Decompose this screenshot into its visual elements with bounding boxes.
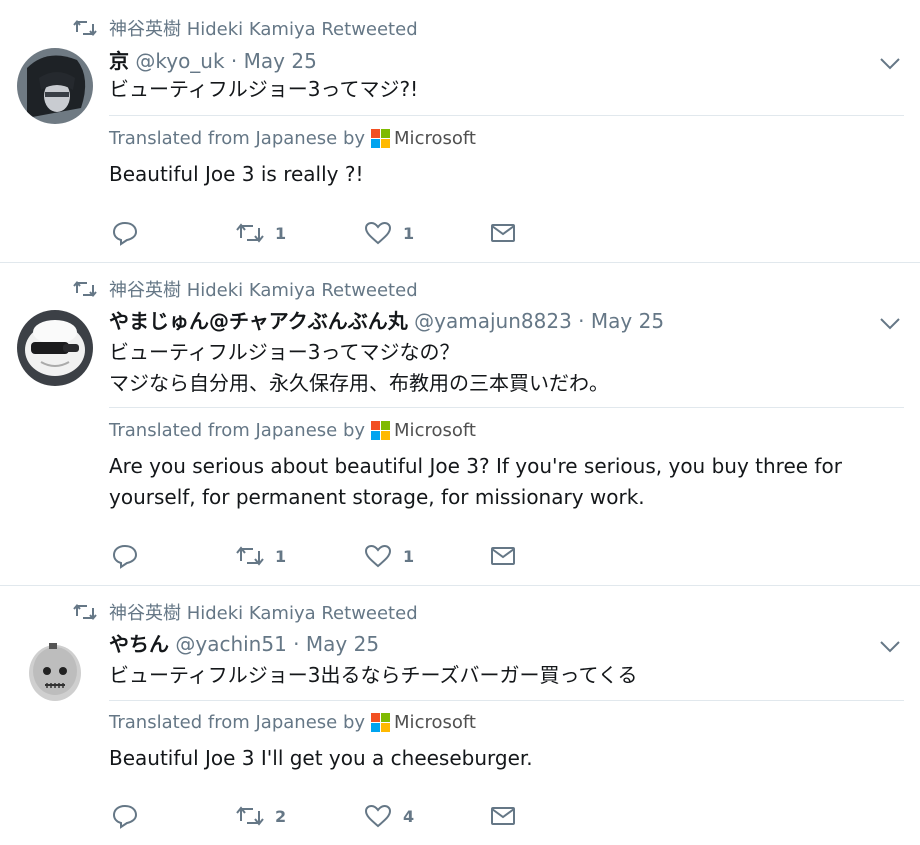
- translation-text: Beautiful Joe 3 is really ?!: [109, 162, 364, 186]
- reply-button[interactable]: [110, 801, 150, 831]
- tweet-text: ビューティフルジョー3ってマジなの？ マジなら自分用、永久保存用、布教用の三本買…: [109, 337, 609, 399]
- reply-icon: [112, 544, 138, 569]
- retweet-context-text[interactable]: 神谷英樹 Hideki Kamiya Retweeted: [109, 15, 418, 41]
- separator: ·: [230, 49, 238, 73]
- tweet-actions: 1 1: [110, 541, 530, 571]
- heart-icon: [364, 804, 392, 828]
- retweet-count: 2: [275, 806, 287, 826]
- timestamp[interactable]: May 25: [591, 309, 664, 333]
- microsoft-label: Microsoft: [394, 419, 476, 441]
- tweet-text-line: マジなら自分用、永久保存用、布教用の三本買いだわ。: [109, 371, 609, 395]
- translation-text: Beautiful Joe 3 I'll get you a cheesebur…: [109, 746, 533, 770]
- tweet-header: やちん @yachin51 · May 25: [109, 631, 379, 657]
- microsoft-logo-icon: [371, 128, 391, 148]
- retweet-button[interactable]: 2: [235, 801, 286, 831]
- message-button[interactable]: [488, 541, 518, 571]
- retweet-icon: [73, 603, 97, 621]
- reply-icon: [112, 221, 138, 246]
- reply-icon: [112, 804, 138, 829]
- translation-divider: [109, 407, 904, 408]
- microsoft-logo-icon: [371, 420, 391, 440]
- display-name[interactable]: やまじゅん@チャアクぶんぶん丸: [109, 309, 408, 333]
- translated-from-label: Translated from Japanese by: [109, 127, 366, 149]
- tweet[interactable]: 神谷英樹 Hideki Kamiya Retweeted やちん @yachin…: [0, 586, 920, 845]
- tweet[interactable]: 神谷英樹 Hideki Kamiya Retweeted やまじゅん@チャアクぶ…: [0, 263, 920, 585]
- like-button[interactable]: 4: [363, 801, 414, 831]
- retweet-count: 1: [275, 223, 287, 243]
- envelope-icon: [491, 807, 515, 825]
- message-button[interactable]: [488, 801, 518, 831]
- timestamp[interactable]: May 25: [244, 49, 317, 73]
- retweet-icon: [73, 19, 97, 37]
- like-button[interactable]: 1: [363, 541, 414, 571]
- translated-from-label: Translated from Japanese by: [109, 711, 366, 733]
- chevron-down-icon[interactable]: [879, 317, 901, 331]
- user-handle[interactable]: @kyo_uk: [135, 49, 224, 73]
- envelope-icon: [491, 224, 515, 242]
- retweet-context-text[interactable]: 神谷英樹 Hideki Kamiya Retweeted: [109, 276, 418, 302]
- avatar[interactable]: [17, 48, 93, 124]
- retweet-icon: [236, 546, 264, 566]
- avatar[interactable]: [17, 633, 93, 709]
- user-handle[interactable]: @yamajun8823: [414, 309, 572, 333]
- retweet-context-text[interactable]: 神谷英樹 Hideki Kamiya Retweeted: [109, 599, 418, 625]
- translated-from-label: Translated from Japanese by: [109, 419, 366, 441]
- user-handle[interactable]: @yachin51: [175, 632, 286, 656]
- microsoft-label: Microsoft: [394, 711, 476, 733]
- translation-attribution: Translated from Japanese by Microsoft: [109, 416, 476, 444]
- tweet-text-line: ビューティフルジョー3出るならチーズバーガー買ってくる: [109, 663, 638, 687]
- separator: ·: [293, 632, 300, 656]
- retweet-icon: [236, 223, 264, 243]
- translation-text: Are you serious about beautiful Joe 3? I…: [109, 454, 842, 509]
- tweet[interactable]: 神谷英樹 Hideki Kamiya Retweeted 京 @kyo_uk ·…: [0, 0, 920, 262]
- retweet-count: 1: [275, 546, 287, 566]
- retweet-button[interactable]: 1: [235, 541, 286, 571]
- avatar[interactable]: [17, 310, 93, 386]
- heart-icon: [364, 221, 392, 245]
- translation-divider: [109, 700, 904, 701]
- reply-button[interactable]: [110, 541, 150, 571]
- chevron-down-icon[interactable]: [879, 640, 901, 654]
- tweet-header: やまじゅん@チャアクぶんぶん丸 @yamajun8823 · May 25: [109, 308, 664, 334]
- timestamp[interactable]: May 25: [306, 632, 379, 656]
- tweet-text-line: ビューティフルジョー3ってマジなの？: [109, 340, 460, 364]
- like-count: 4: [403, 806, 415, 826]
- tweet-actions: 2 4: [110, 801, 530, 831]
- display-name[interactable]: やちん: [109, 632, 169, 656]
- retweet-context: 神谷英樹 Hideki Kamiya Retweeted: [73, 277, 418, 301]
- retweet-context: 神谷英樹 Hideki Kamiya Retweeted: [73, 16, 418, 40]
- translation-divider: [109, 115, 904, 116]
- microsoft-logo-icon: [371, 712, 391, 732]
- separator: ·: [578, 309, 585, 333]
- retweet-button[interactable]: 1: [235, 218, 286, 248]
- tweet-header: 京 @kyo_uk · May 25: [109, 48, 317, 74]
- like-button[interactable]: 1: [363, 218, 414, 248]
- display-name[interactable]: 京: [109, 49, 129, 73]
- message-button[interactable]: [488, 218, 518, 248]
- heart-icon: [364, 544, 392, 568]
- translation-attribution: Translated from Japanese by Microsoft: [109, 124, 476, 152]
- tweet-text-line: ビューティフルジョー3ってマジ?!: [109, 77, 419, 101]
- microsoft-label: Microsoft: [394, 127, 476, 149]
- tweet-text: ビューティフルジョー3出るならチーズバーガー買ってくる: [109, 660, 638, 691]
- retweet-context: 神谷英樹 Hideki Kamiya Retweeted: [73, 600, 418, 624]
- chevron-down-icon[interactable]: [879, 57, 901, 71]
- translation-attribution: Translated from Japanese by Microsoft: [109, 708, 476, 736]
- retweet-icon: [73, 280, 97, 298]
- tweet-actions: 1 1: [110, 218, 530, 248]
- timeline: 神谷英樹 Hideki Kamiya Retweeted 京 @kyo_uk ·…: [0, 0, 920, 845]
- like-count: 1: [403, 546, 415, 566]
- reply-button[interactable]: [110, 218, 150, 248]
- tweet-text: ビューティフルジョー3ってマジ?!: [109, 74, 418, 105]
- like-count: 1: [403, 223, 415, 243]
- envelope-icon: [491, 547, 515, 565]
- retweet-icon: [236, 806, 264, 826]
